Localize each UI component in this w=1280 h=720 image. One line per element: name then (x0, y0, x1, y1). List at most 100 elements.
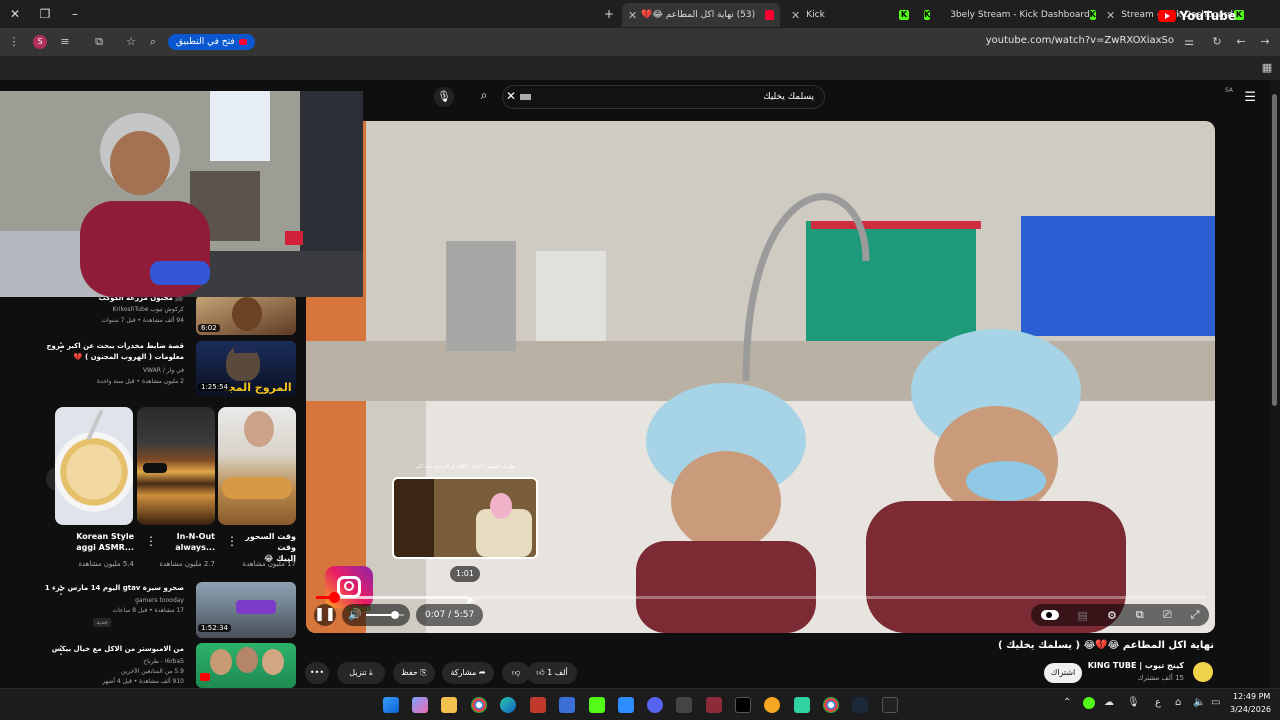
fullscreen-icon[interactable]: ⤢ (1191, 608, 1200, 622)
chrome-profile-icon[interactable] (823, 697, 839, 713)
rec-thumbnail[interactable]: 6:02 (196, 295, 296, 335)
copilot-icon[interactable] (412, 697, 428, 713)
kick-app-icon[interactable] (589, 697, 605, 713)
search-page-icon[interactable]: ⌕ (144, 33, 162, 51)
file-explorer-icon[interactable] (441, 697, 457, 713)
progress-scrubber-knob[interactable] (328, 592, 340, 603)
restore-window-icon[interactable]: ❐ (34, 4, 56, 24)
minimize-window-icon[interactable]: – (64, 4, 86, 24)
rec-title[interactable]: قصة ضابط مخدرات يبحث عن اكبر مروج (46, 341, 184, 351)
volume-icon[interactable]: 🔊 (348, 608, 362, 621)
search-icon[interactable]: ⌕ (473, 88, 495, 106)
volume-slider[interactable] (366, 611, 404, 619)
rec-thumbnail[interactable] (196, 643, 296, 688)
tab-youtube-video[interactable]: (53) نهاية اكل المطاعم 😂💔 ✕ (622, 3, 780, 27)
language-indicator[interactable]: ع (1155, 697, 1161, 708)
keyboard-icon[interactable] (519, 93, 531, 100)
menu-dots-icon[interactable]: ⋮ (5, 33, 23, 51)
rec-title-line-2[interactable]: معلومات ( الهروب المجنون ) 💔 (74, 352, 184, 362)
bookmark-star-icon[interactable]: ☆ (122, 33, 140, 51)
network-icon[interactable]: ⌂ (1175, 697, 1181, 708)
clear-search-icon[interactable]: ✕ (506, 89, 531, 103)
app-icon[interactable] (706, 697, 722, 713)
short-card[interactable] (218, 407, 296, 525)
autoplay-toggle[interactable] (1040, 610, 1059, 620)
volume-control[interactable]: 🔊 (342, 604, 410, 626)
speaker-icon[interactable]: 🔈 (1193, 697, 1205, 708)
rec-channel[interactable]: في وار / VWAR (143, 366, 184, 375)
cast-icon[interactable]: ⎚ (1163, 608, 1172, 622)
more-actions-button[interactable]: ••• (305, 662, 329, 684)
profile-avatar[interactable]: S (33, 35, 47, 49)
page-scrollbar[interactable] (1270, 80, 1280, 688)
start-windows-icon[interactable] (383, 697, 399, 713)
rec-thumbnail[interactable]: المروج المجـ 1:25:54 (196, 341, 296, 397)
voice-search-icon[interactable]: 🎙 (434, 87, 454, 107)
share-button[interactable]: مشاركة ➦ (442, 662, 494, 684)
tray-cloud-icon[interactable]: ☁ (1104, 697, 1114, 708)
youtube-logo[interactable]: YouTube (1158, 9, 1236, 23)
youtube-app-icon[interactable] (530, 697, 546, 713)
subscribe-button[interactable]: اشتراك (1044, 663, 1082, 683)
rec-thumbnail[interactable]: 1:52:34 (196, 582, 296, 638)
settings-gear-icon[interactable]: ⚙ (1107, 609, 1117, 622)
more-options-icon[interactable]: ⋮ (55, 340, 67, 354)
app-icon[interactable] (618, 697, 634, 713)
close-tab-icon[interactable]: ✕ (791, 9, 800, 22)
tab-kick-dashboard-3bely[interactable]: K 3bely Stream - Kick Dashboard K (918, 3, 1098, 27)
short-card[interactable] (137, 407, 215, 525)
more-options-icon[interactable]: ⋮ (55, 583, 67, 597)
rec-title[interactable]: من الامبوستر من الاكل مع خيال بيكس (52, 644, 184, 654)
app-icon[interactable] (764, 697, 780, 713)
download-button[interactable]: تنزيل ⤓ (337, 662, 385, 684)
subtitles-icon[interactable]: ▤ (1078, 609, 1088, 622)
scrollbar-thumb[interactable] (1272, 94, 1277, 406)
chrome-icon[interactable] (471, 697, 487, 713)
clock-date[interactable]: 3/24/2026 (1230, 705, 1271, 714)
hamburger-menu-icon[interactable]: ☰ (1244, 90, 1256, 105)
battery-icon[interactable]: ▭ (1211, 697, 1220, 708)
pause-button[interactable]: ❚❚ (314, 604, 336, 626)
save-button[interactable]: حفظ ⎘ (393, 662, 435, 684)
site-settings-icon[interactable]: ⚌ (1180, 33, 1198, 51)
extensions-icon[interactable]: ⧉ (90, 33, 108, 51)
short-card[interactable] (55, 407, 133, 525)
channel-avatar[interactable] (1193, 662, 1213, 682)
short-title[interactable]: Korean Style aggi ASMR... (62, 531, 134, 553)
like-button[interactable]: 👍︎ 1 ألف (527, 662, 577, 684)
steam-icon[interactable] (852, 697, 868, 713)
clock-time[interactable]: 12:49 PM (1233, 692, 1270, 701)
more-options-icon[interactable]: ⋮ (55, 643, 67, 657)
store-icon[interactable] (559, 697, 575, 713)
short-title[interactable]: In-N-Out always... (156, 531, 215, 553)
volume-knob[interactable] (390, 611, 399, 619)
tray-mic-icon[interactable]: 🎙 (1127, 697, 1140, 708)
back-arrow-icon[interactable]: ← (1232, 33, 1250, 51)
miniplayer-icon[interactable]: ⧉ (1136, 608, 1144, 622)
address-bar-url[interactable]: youtube.com/watch?v=ZwRXOXiaxSo (986, 35, 1174, 46)
dislike-button[interactable]: 👎︎ (502, 662, 530, 684)
tab-kick[interactable]: ✕ Kick K (785, 3, 915, 27)
app-icon[interactable] (794, 697, 810, 713)
new-tab-button[interactable]: + (598, 4, 620, 24)
grid-apps-icon[interactable]: ▦ (1258, 59, 1276, 77)
discord-icon[interactable] (647, 697, 663, 713)
rec-channel[interactable]: كركوش تيوب KrikoshTube (113, 305, 185, 314)
tray-chevron-icon[interactable]: ⌃ (1063, 697, 1071, 708)
close-window-icon[interactable]: ✕ (4, 4, 26, 24)
channel-name[interactable]: كينج تيوب | KING TUBE (1088, 661, 1184, 670)
close-tab-icon[interactable]: ✕ (1106, 9, 1115, 22)
app-icon[interactable] (676, 697, 692, 713)
search-input[interactable]: يسلمك يخليك (502, 85, 825, 109)
reading-list-icon[interactable]: ≡ (56, 33, 74, 51)
tray-app-icon[interactable] (1083, 697, 1095, 709)
reload-icon[interactable]: ↻ (1208, 33, 1226, 51)
open-in-app-button[interactable]: فتح في التطبيق (168, 34, 255, 50)
edge-icon[interactable] (500, 697, 516, 713)
rec-channel[interactable]: gamers toooday (135, 596, 184, 605)
obs-icon[interactable] (882, 697, 898, 713)
rec-channel[interactable]: i6rba5 - طرباخ (143, 657, 184, 666)
close-tab-icon[interactable]: ✕ (628, 9, 637, 22)
tiktok-icon[interactable] (735, 697, 751, 713)
forward-arrow-icon[interactable]: → (1256, 33, 1274, 51)
